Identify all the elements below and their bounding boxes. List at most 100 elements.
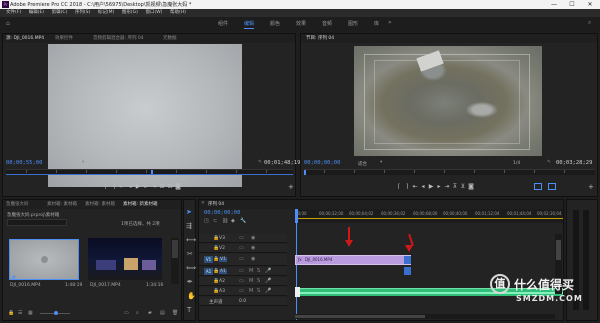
source-add-button-icon[interactable]: +: [288, 183, 294, 191]
tab-sequence[interactable]: 序列 04: [208, 201, 224, 207]
step-back-icon[interactable]: ◂: [126, 183, 134, 190]
safe-margins-toggle-icon[interactable]: [534, 183, 542, 190]
tab-bin-1[interactable]: 素材箱: 素材箱: [47, 201, 77, 207]
program-export-frame-icon[interactable]: ◙: [467, 183, 475, 190]
razor-tool-icon[interactable]: ✂: [187, 250, 193, 258]
sync-lock-icon[interactable]: ▭: [239, 278, 244, 284]
timeline-playhead[interactable]: [295, 209, 298, 223]
track-header-v1[interactable]: V1 🔒 V1 ▭ ◉: [199, 254, 287, 266]
home-icon[interactable]: ⌂: [6, 20, 10, 27]
program-timecode-in[interactable]: 00;00;00;00: [304, 160, 340, 166]
clip-thumbnail-1[interactable]: ▣: [9, 239, 79, 280]
menu-edit[interactable]: 编辑(E): [29, 9, 44, 17]
program-step-forward-icon[interactable]: ▸: [435, 183, 443, 190]
workspace-tab-color[interactable]: 颜色: [270, 20, 280, 27]
hand-tool-icon[interactable]: ✋: [187, 292, 196, 300]
mark-out-icon[interactable]: ⌉: [110, 183, 118, 190]
program-play-icon[interactable]: ▶: [427, 183, 435, 190]
eye-icon[interactable]: ◉: [251, 245, 255, 251]
program-fit-chevron-icon[interactable]: ▾: [380, 160, 382, 165]
program-go-to-in-icon[interactable]: ⇤: [411, 183, 419, 190]
solo-icon[interactable]: S: [257, 288, 260, 294]
type-tool-icon[interactable]: T: [187, 306, 191, 314]
more-workspaces-icon[interactable]: »: [388, 19, 392, 26]
mark-in-icon[interactable]: ⌈: [102, 183, 110, 190]
project-search-input[interactable]: [7, 219, 67, 226]
export-frame-icon[interactable]: ◙: [174, 183, 182, 190]
program-go-to-out-icon[interactable]: ⇥: [443, 183, 451, 190]
master-value[interactable]: 0.0: [239, 299, 246, 304]
overwrite-icon[interactable]: ⊟: [166, 183, 174, 190]
sync-lock-icon[interactable]: ▭: [239, 268, 244, 274]
track-select-tool-icon[interactable]: ⇶: [186, 222, 192, 230]
workspace-tab-assembly[interactable]: 组件: [218, 20, 228, 27]
snap-icon[interactable]: ⊂: [213, 218, 217, 224]
extract-icon[interactable]: ⊻: [459, 183, 467, 190]
go-to-in-icon[interactable]: ⇤: [118, 183, 126, 190]
work-area-bar[interactable]: [295, 218, 563, 219]
mic-icon[interactable]: 🎤: [265, 278, 271, 284]
timeline-ruler[interactable]: 00;00 00;00;32;00 00;00;04;02 00;00;36;0…: [295, 209, 563, 223]
tab-audio-clip-mixer[interactable]: 音频剪辑混合器: 序列 04: [93, 35, 144, 41]
menu-sequence[interactable]: 序列(S): [75, 9, 90, 17]
folder-icon[interactable]: ▰: [148, 310, 152, 316]
track-header-v2[interactable]: 🔒 V2 ▭ ◉: [199, 244, 287, 253]
workspace-tab-libraries[interactable]: 库: [374, 20, 379, 27]
icon-view-icon[interactable]: ▦: [28, 310, 33, 316]
lift-icon[interactable]: ⊼: [451, 183, 459, 190]
workspace-tab-audio[interactable]: 音频: [322, 20, 332, 27]
tab-program[interactable]: 节目: 序列 04: [306, 35, 334, 41]
timeline-close-icon[interactable]: ✕: [201, 201, 205, 206]
program-wrench-icon[interactable]: ✎: [547, 160, 551, 165]
sync-lock-icon[interactable]: ▭: [239, 235, 244, 241]
sync-lock-icon[interactable]: ▭: [239, 288, 244, 294]
tab-bin-2[interactable]: 素材箱: 素材箱: [85, 201, 115, 207]
clip-thumbnail-2[interactable]: [88, 238, 162, 280]
search-icon[interactable]: ⌕: [588, 19, 591, 27]
audio-clip-end-marker[interactable]: [404, 267, 411, 275]
menu-graphics[interactable]: 图形(G): [122, 9, 138, 17]
slip-tool-icon[interactable]: ⟺: [186, 264, 196, 272]
comparison-view-icon[interactable]: [548, 183, 556, 190]
selection-tool-icon[interactable]: ➤: [186, 208, 192, 216]
maximize-button[interactable]: ☐: [563, 0, 581, 9]
audio-clip-start-handle[interactable]: [295, 287, 300, 297]
workspace-tab-editing[interactable]: 编辑: [244, 20, 255, 29]
pen-tool-icon[interactable]: ✒: [187, 278, 193, 286]
lock-icon[interactable]: 🔒: [8, 310, 14, 316]
timeline-vertical-scrollbar-thumb[interactable]: [556, 240, 561, 260]
linked-selection-icon[interactable]: ⛓: [222, 218, 228, 224]
zoom-slider-handle[interactable]: [54, 311, 58, 315]
nest-toggle-icon[interactable]: ◳: [204, 218, 209, 224]
track-header-a2[interactable]: 🔒 A2 ▭ M S 🎤: [199, 277, 287, 286]
tab-metadata[interactable]: 元数据: [163, 35, 177, 41]
source-timecode-in[interactable]: 00;00;55;00: [6, 160, 42, 166]
eye-icon[interactable]: ◉: [251, 256, 255, 262]
close-button[interactable]: ✕: [581, 0, 599, 9]
go-to-out-icon[interactable]: ⇥: [150, 183, 158, 190]
source-scrub-bar[interactable]: [6, 169, 293, 175]
track-header-a3[interactable]: 🔒 A3 ▭ M S 🎤: [199, 287, 287, 296]
mute-icon[interactable]: M: [249, 278, 253, 284]
timeline-horizontal-scrollbar[interactable]: [295, 314, 555, 319]
minimize-button[interactable]: —: [545, 0, 563, 9]
menu-file[interactable]: 文件(F): [6, 9, 21, 17]
source-patch-a1[interactable]: A1: [204, 268, 213, 275]
step-forward-icon[interactable]: ▸: [142, 183, 150, 190]
tab-effect-controls[interactable]: 效果控件: [55, 35, 73, 41]
new-item-icon[interactable]: ▤: [160, 310, 165, 316]
mic-icon[interactable]: 🎤: [265, 288, 271, 294]
tab-bin-3[interactable]: 素材箱: 新素材箱: [123, 201, 157, 207]
trash-icon[interactable]: 🗑: [172, 310, 178, 316]
timeline-timecode[interactable]: 00;00;00;00: [204, 210, 240, 216]
new-bin-icon[interactable]: ▭: [124, 310, 129, 316]
find-icon[interactable]: ⌕: [136, 310, 139, 316]
project-scrollbar[interactable]: [171, 238, 179, 284]
timeline-horizontal-scrollbar-thumb[interactable]: [295, 315, 425, 318]
workspace-tab-graphics[interactable]: 图形: [348, 20, 358, 27]
mute-icon[interactable]: M: [249, 268, 253, 274]
program-playhead[interactable]: [304, 170, 306, 175]
tab-project[interactable]: 急魔张大妈: [6, 201, 29, 207]
timeline-settings-icon[interactable]: 🔧: [240, 218, 246, 224]
video-clip-end-marker[interactable]: [404, 256, 411, 264]
